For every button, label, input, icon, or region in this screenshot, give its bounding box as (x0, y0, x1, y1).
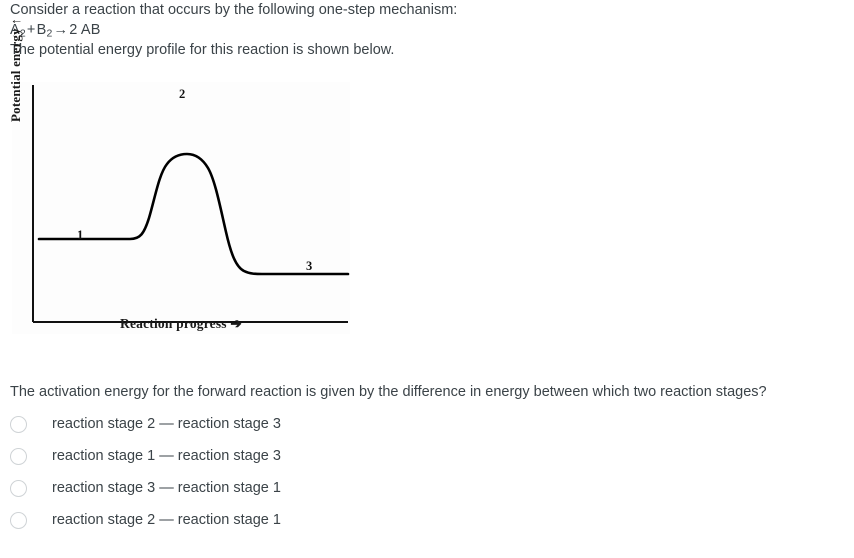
y-axis-label-text: Potential energy (8, 28, 23, 122)
x-axis-label: Reaction progress ➔ (120, 316, 242, 332)
option-label-b: reaction stage 1 — reaction stage 3 (52, 448, 281, 464)
prompt-line-1: Consider a reaction that occurs by the f… (10, 2, 458, 18)
option-label-a: reaction stage 2 — reaction stage 3 (52, 416, 281, 432)
radio-button-b[interactable] (10, 447, 27, 465)
prompt-block: Consider a reaction that occurs by the f… (10, 0, 850, 60)
radio-button-d[interactable] (10, 511, 27, 529)
energy-profile-svg (32, 85, 350, 323)
question-text: The activation energy for the forward re… (10, 384, 767, 400)
option-row-c[interactable]: reaction stage 3 — reaction stage 1 (10, 472, 610, 504)
equation-product: 2 AB (69, 22, 101, 38)
y-axis-label: Potential energy ↑ (8, 0, 24, 122)
x-axis-label-text: Reaction progress (120, 316, 227, 331)
equation-plus: + (26, 22, 36, 38)
x-axis-arrow-icon: ➔ (230, 316, 242, 331)
energy-curve (37, 152, 350, 276)
stage-label-3: 3 (306, 259, 313, 273)
stage-label-1: 1 (77, 228, 84, 242)
option-row-d[interactable]: reaction stage 2 — reaction stage 1 (10, 504, 610, 536)
radio-button-c[interactable] (10, 479, 27, 497)
option-row-b[interactable]: reaction stage 1 — reaction stage 3 (10, 440, 610, 472)
answer-options-list: reaction stage 2 — reaction stage 3 reac… (10, 408, 610, 536)
option-label-d: reaction stage 2 — reaction stage 1 (52, 512, 281, 528)
radio-button-a[interactable] (10, 415, 27, 433)
option-label-c: reaction stage 3 — reaction stage 1 (52, 480, 281, 496)
option-row-a[interactable]: reaction stage 2 — reaction stage 3 (10, 408, 610, 440)
y-axis-arrow-icon: ↑ (8, 18, 23, 25)
chemical-equation: A2+B2→2 AB (10, 20, 850, 40)
equation-reactant-2-subscript: 2 (46, 27, 53, 40)
prompt-line-3: The potential energy profile for this re… (10, 42, 395, 58)
potential-energy-diagram: Potential energy ↑ Reaction progress ➔ 1… (8, 18, 350, 334)
equation-reactant-2: B (36, 22, 47, 38)
equation-arrow: → (53, 22, 69, 38)
stage-label-2: 2 (179, 87, 186, 101)
